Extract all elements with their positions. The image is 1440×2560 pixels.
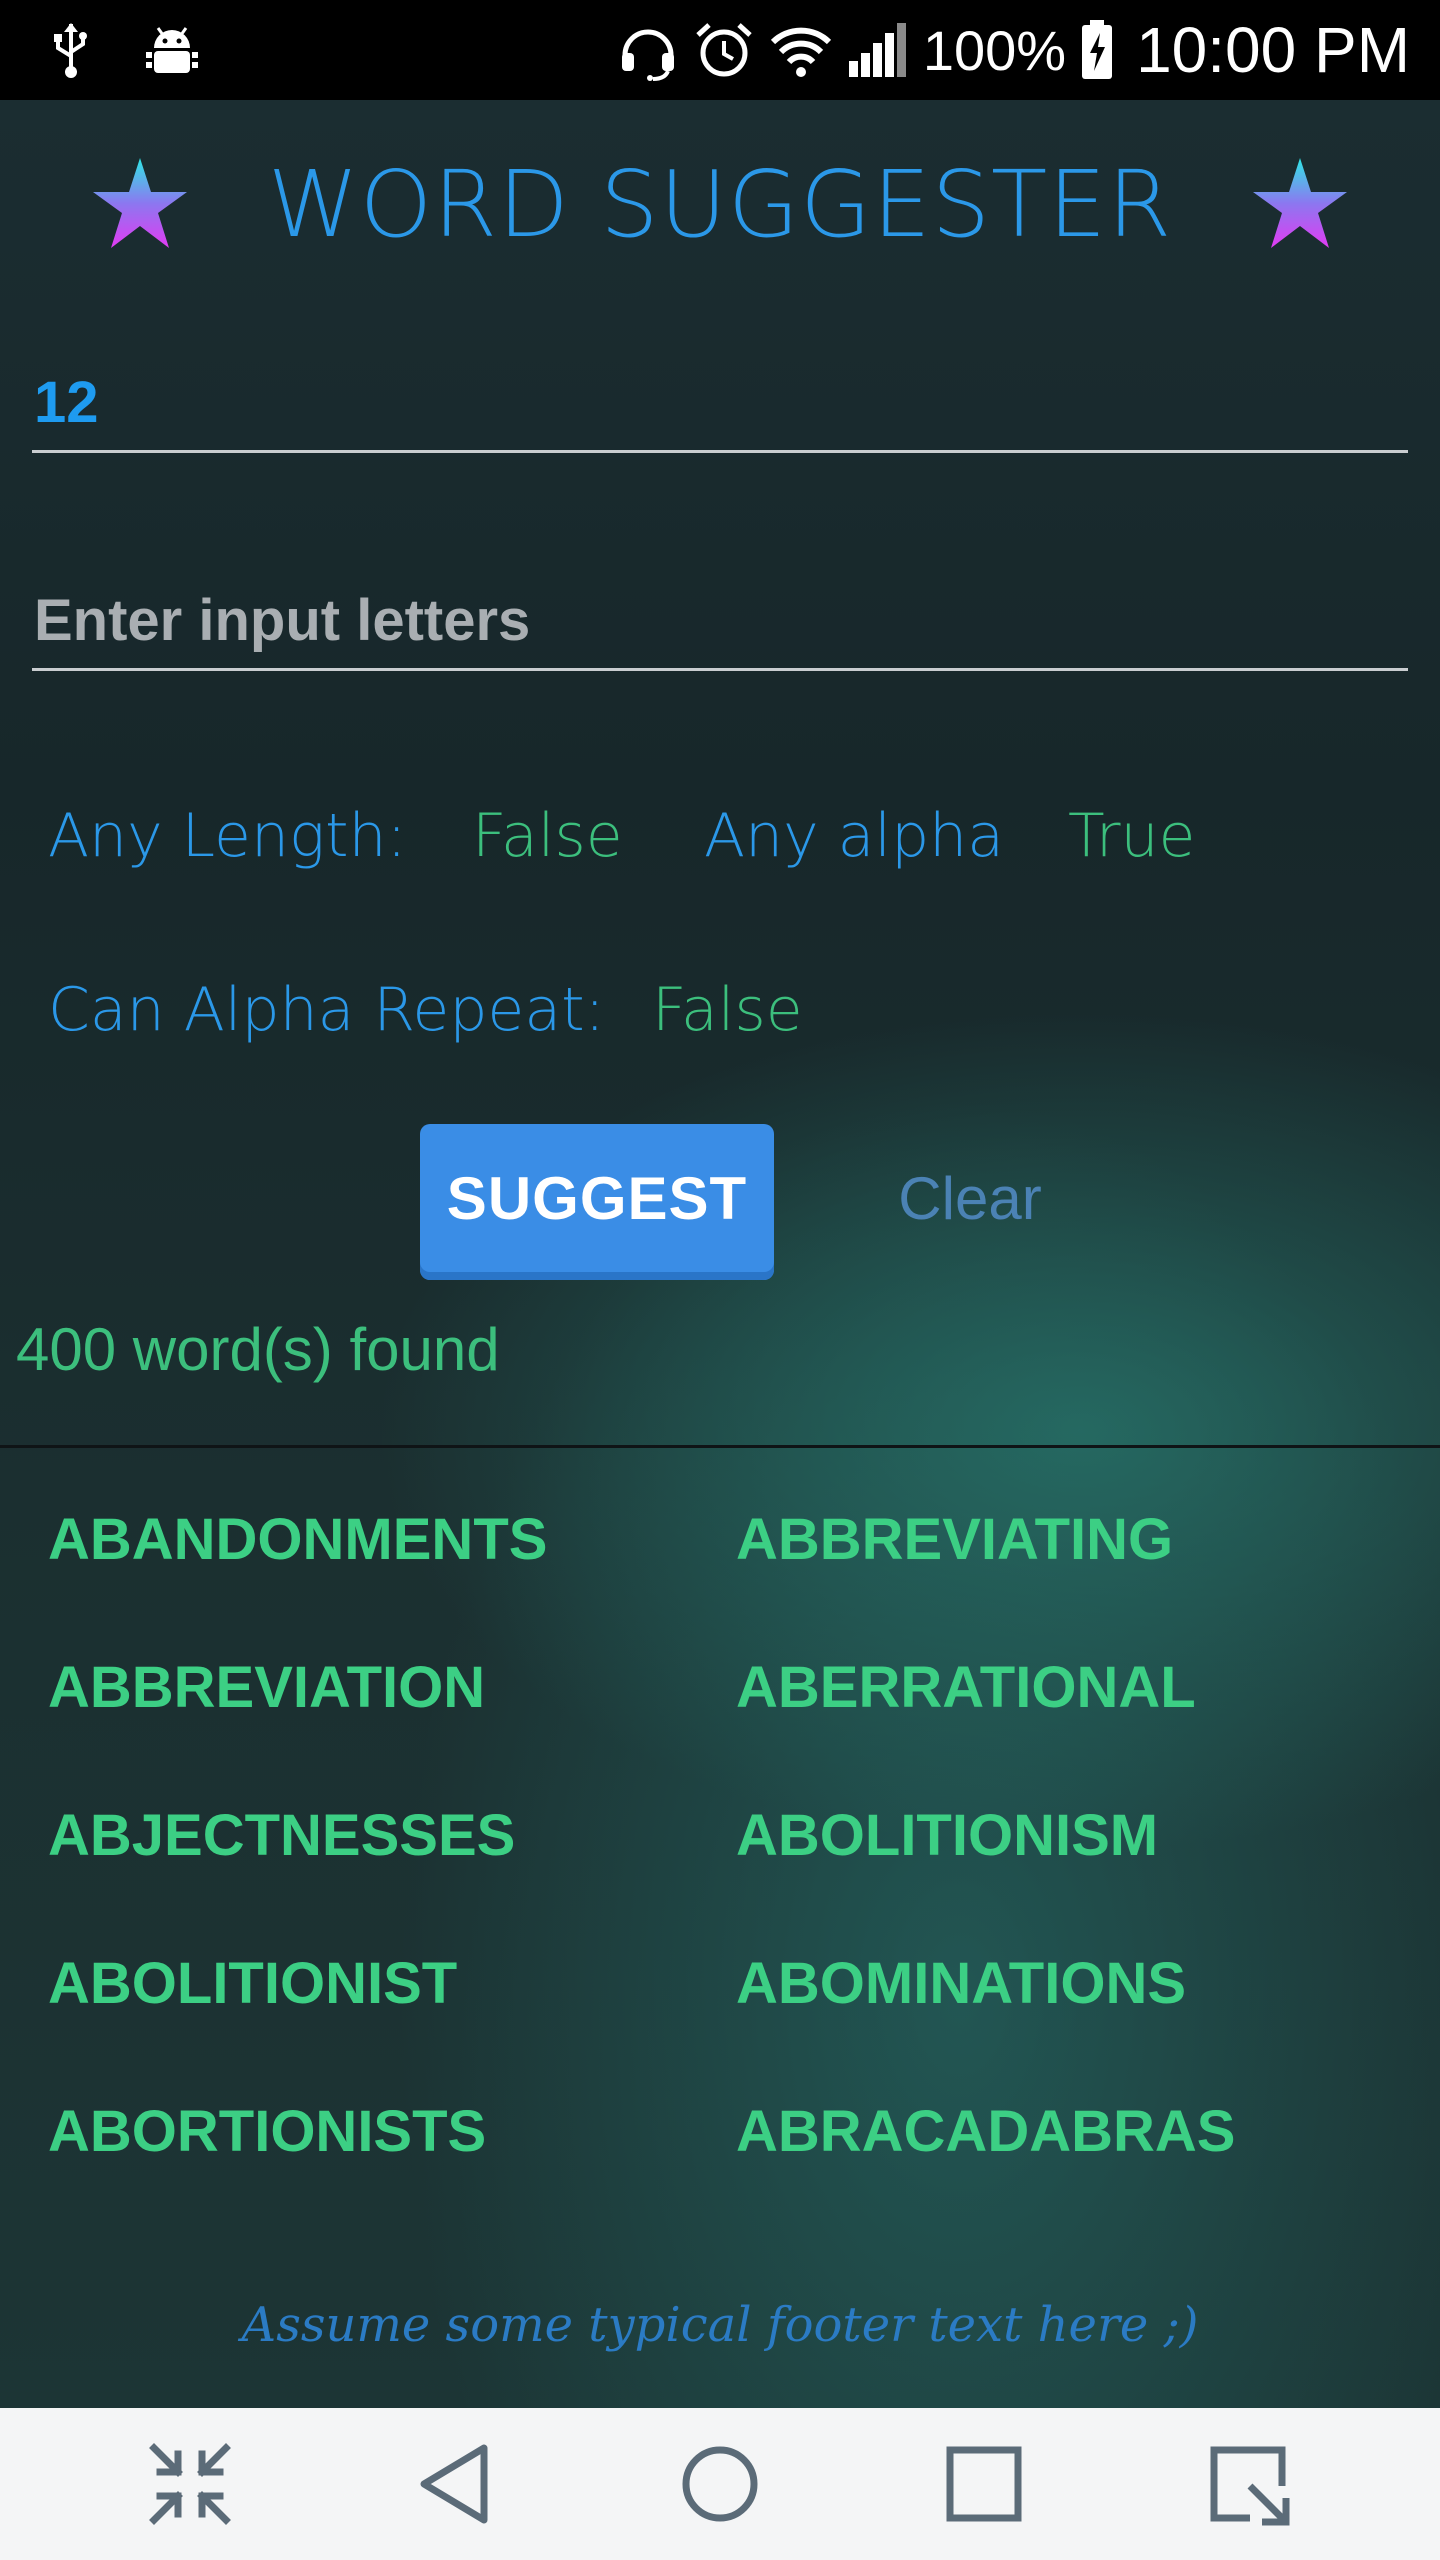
star-icon	[1253, 158, 1347, 248]
word-item[interactable]: ABJECTNESSES	[48, 1796, 515, 1876]
status-bar-right: 100% 10:00 PM	[617, 12, 1410, 88]
screenshot-capture-icon[interactable]	[1198, 2434, 1298, 2534]
signal-icon	[848, 23, 906, 77]
results-divider	[0, 1445, 1440, 1448]
any-length-toggle[interactable]: False	[472, 796, 623, 876]
word-item[interactable]: ABERRATIONAL	[736, 1648, 1196, 1728]
alarm-icon	[696, 23, 752, 77]
word-item[interactable]: ABBREVIATION	[48, 1648, 485, 1728]
clock: 10:00 PM	[1136, 14, 1410, 86]
usb-icon	[54, 23, 87, 78]
back-icon[interactable]	[406, 2434, 506, 2534]
android-debug-icon	[146, 27, 198, 73]
alpha-repeat-toggle[interactable]: False	[652, 970, 803, 1050]
battery-percent: 100%	[922, 18, 1067, 82]
word-length-field	[32, 340, 1408, 453]
word-length-input[interactable]	[32, 369, 1376, 436]
footer-text: Assume some typical footer text here ;)	[241, 2297, 1199, 2353]
battery-charging-icon	[1082, 20, 1113, 79]
suggest-button[interactable]: SUGGEST	[420, 1124, 774, 1280]
word-item[interactable]: ABANDONMENTS	[48, 1500, 547, 1580]
navigation-bar	[0, 2408, 1440, 2560]
headset-icon	[621, 29, 674, 81]
status-bar: 100% 10:00 PM	[0, 0, 1440, 100]
collapse-icon[interactable]	[140, 2434, 240, 2534]
status-bar-left	[50, 20, 200, 80]
recents-icon[interactable]	[934, 2434, 1034, 2534]
word-item[interactable]: ABBREVIATING	[736, 1500, 1173, 1580]
alpha-repeat-label: Can Alpha Repeat:	[48, 975, 605, 1045]
results-count: 400 word(s) found	[16, 1316, 500, 1383]
phone-screen: 100% 10:00 PM WORD SUGGESTER 12 Enter in…	[0, 0, 1440, 2560]
any-length-label: Any Length:	[48, 801, 407, 871]
word-item[interactable]: ABORTIONISTS	[48, 2092, 486, 2172]
home-icon[interactable]	[670, 2434, 770, 2534]
any-alpha-toggle[interactable]: True	[1068, 796, 1195, 876]
any-alpha-label: Any alpha	[704, 801, 1004, 871]
letters-field	[32, 558, 1408, 671]
app-content: WORD SUGGESTER Any Length: False Any alp…	[0, 100, 1440, 2408]
word-item[interactable]: ABOLITIONIST	[48, 1944, 457, 2024]
word-item[interactable]: ABOLITIONISM	[736, 1796, 1158, 1876]
word-item[interactable]: ABOMINATIONS	[736, 1944, 1186, 2024]
word-item[interactable]: ABRACADABRAS	[736, 2092, 1235, 2172]
app-title: WORD SUGGESTER	[267, 151, 1173, 258]
letters-input[interactable]	[32, 587, 1376, 654]
app-header: WORD SUGGESTER	[0, 140, 1440, 270]
clear-button[interactable]: Clear	[870, 1124, 1070, 1274]
wifi-icon	[770, 27, 831, 77]
